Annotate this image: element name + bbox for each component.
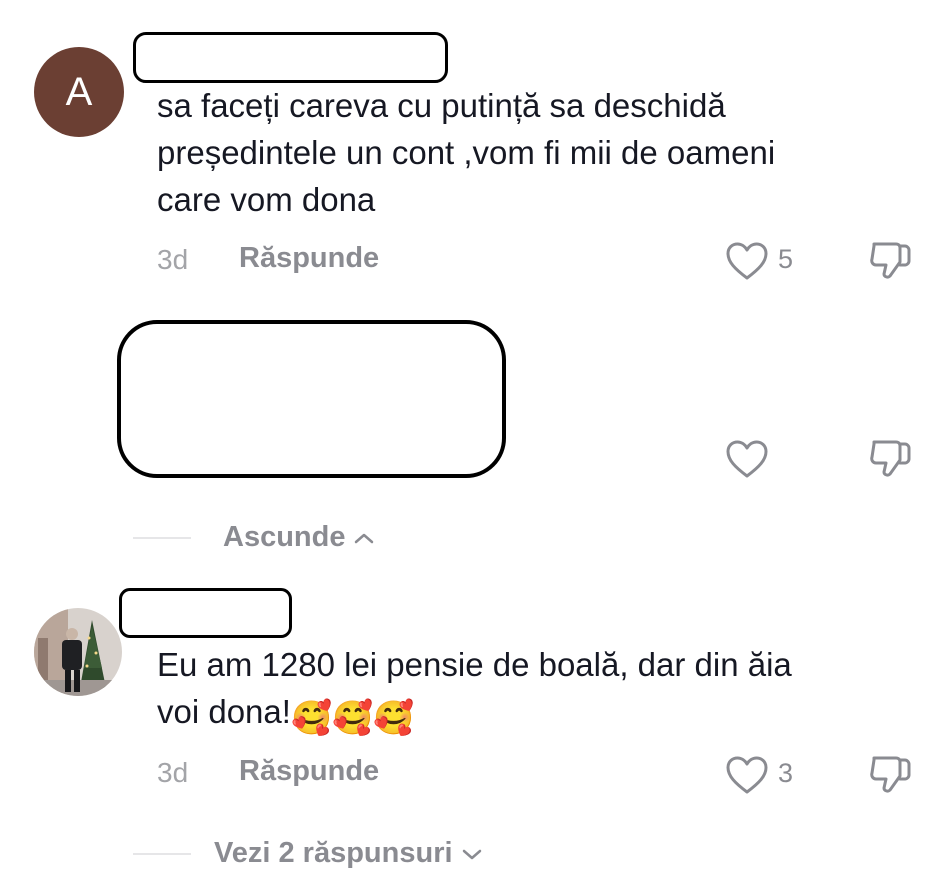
thumbs-down-outline-icon[interactable]: [868, 752, 912, 796]
profile-photo: [34, 608, 122, 696]
heart-outline-icon[interactable]: [725, 439, 769, 479]
heart-outline-icon[interactable]: [725, 241, 769, 281]
chevron-down-icon: [462, 849, 481, 859]
redacted-username: [133, 32, 448, 83]
thumbs-down-outline-icon[interactable]: [868, 238, 912, 282]
smiling-face-with-hearts-emoji: 🥰🥰🥰: [290, 699, 415, 736]
redacted-reply-content: [117, 320, 506, 478]
like-count: 3: [778, 758, 794, 788]
divider: [133, 537, 191, 539]
heart-outline-icon[interactable]: [725, 755, 769, 795]
comment-text-body: Eu am 1280 lei pensie de boală, dar din …: [157, 646, 792, 730]
comment-text: Eu am 1280 lei pensie de boală, dar din …: [157, 641, 927, 741]
thumbs-down-outline-icon[interactable]: [868, 436, 912, 480]
comment-text: sa faceți careva cu putință sa deschidă …: [157, 87, 776, 218]
comment-timestamp: 3d: [157, 244, 189, 275]
view-replies-label: Vezi 2 răspunsuri: [214, 837, 453, 869]
avatar[interactable]: A: [34, 47, 124, 137]
reply-button[interactable]: Răspunde: [239, 755, 379, 788]
chevron-up-icon: [355, 533, 374, 543]
reply-button[interactable]: Răspunde: [239, 242, 379, 275]
comment-timestamp: 3d: [157, 757, 189, 788]
view-replies-button[interactable]: Vezi 2 răspunsuri: [214, 837, 483, 870]
hide-replies-label: Ascunde: [223, 521, 346, 553]
avatar[interactable]: [34, 608, 122, 696]
hide-replies-button[interactable]: Ascunde: [223, 521, 375, 554]
divider: [133, 853, 191, 855]
redacted-username: [119, 588, 292, 638]
like-count: 5: [778, 244, 794, 274]
